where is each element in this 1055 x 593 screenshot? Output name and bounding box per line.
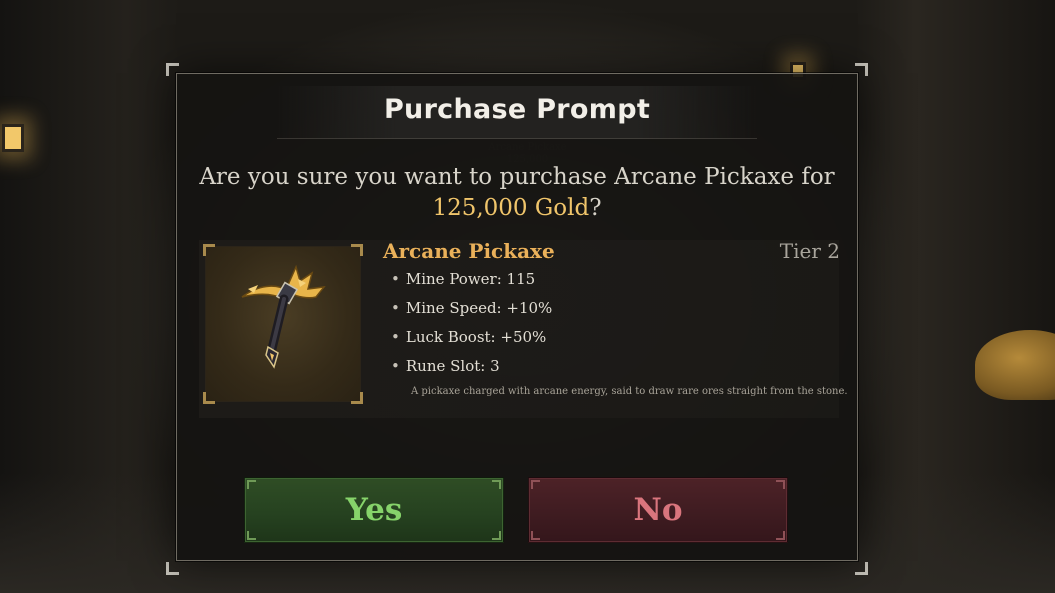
button-corner — [492, 531, 501, 540]
lantern-left — [2, 124, 24, 152]
dialog-title: Purchase Prompt — [383, 94, 651, 125]
stat-text: Rune Slot: 3 — [405, 357, 500, 375]
dialog-corner-bottom-left — [166, 562, 179, 575]
glowing-mushroom — [975, 330, 1055, 400]
stat-item: • Rune Slot: 3 — [391, 355, 552, 384]
stat-item: • Luck Boost: +50% — [391, 326, 552, 355]
stat-item: • Mine Speed: +10% — [391, 297, 552, 326]
yes-button-label: Yes — [345, 492, 403, 528]
dialog-corner-bottom-right — [855, 562, 868, 575]
bullet-icon: • — [391, 270, 400, 288]
stat-text: Luck Boost: +50% — [405, 328, 547, 346]
frame-corner — [203, 392, 215, 404]
frame-corner — [351, 244, 363, 256]
button-corner — [492, 480, 501, 489]
stat-text: Mine Speed: +10% — [405, 299, 553, 317]
button-corner — [776, 531, 785, 540]
bullet-icon: • — [391, 328, 400, 346]
bullet-icon: • — [391, 299, 400, 317]
no-button-label: No — [633, 492, 683, 528]
yes-button[interactable]: Yes — [244, 477, 504, 543]
price-text: 125,000 Gold — [432, 195, 590, 221]
bullet-icon: • — [391, 357, 400, 375]
frame-corner — [351, 392, 363, 404]
item-description: A pickaxe charged with arcane energy, sa… — [411, 386, 848, 397]
stat-item: • Mine Power: 115 — [391, 268, 552, 297]
question-text: Are you sure you want to purchase Arcane… — [199, 164, 835, 190]
button-corner — [776, 480, 785, 489]
item-icon-frame — [203, 244, 363, 404]
button-corner — [531, 531, 540, 540]
cave-wall-right — [855, 0, 1055, 593]
button-corner — [531, 480, 540, 489]
purchase-dialog: Purchase Prompt Are you sure you want to… — [176, 73, 858, 561]
item-stats-list: • Mine Power: 115 • Mine Speed: +10% • Luck… — [391, 268, 552, 384]
dialog-title-bar: Purchase Prompt — [277, 86, 757, 139]
button-corner — [247, 531, 256, 540]
pickaxe-icon — [241, 264, 326, 369]
purchase-question: Are you sure you want to purchase Arcane… — [197, 162, 837, 224]
item-tier: Tier 2 — [779, 239, 840, 263]
item-name: Arcane Pickaxe — [383, 239, 555, 263]
cave-wall-left — [0, 0, 180, 593]
button-corner — [247, 480, 256, 489]
question-mark: ? — [589, 195, 602, 221]
stat-text: Mine Power: 115 — [405, 270, 536, 288]
no-button[interactable]: No — [528, 477, 788, 543]
frame-corner — [203, 244, 215, 256]
